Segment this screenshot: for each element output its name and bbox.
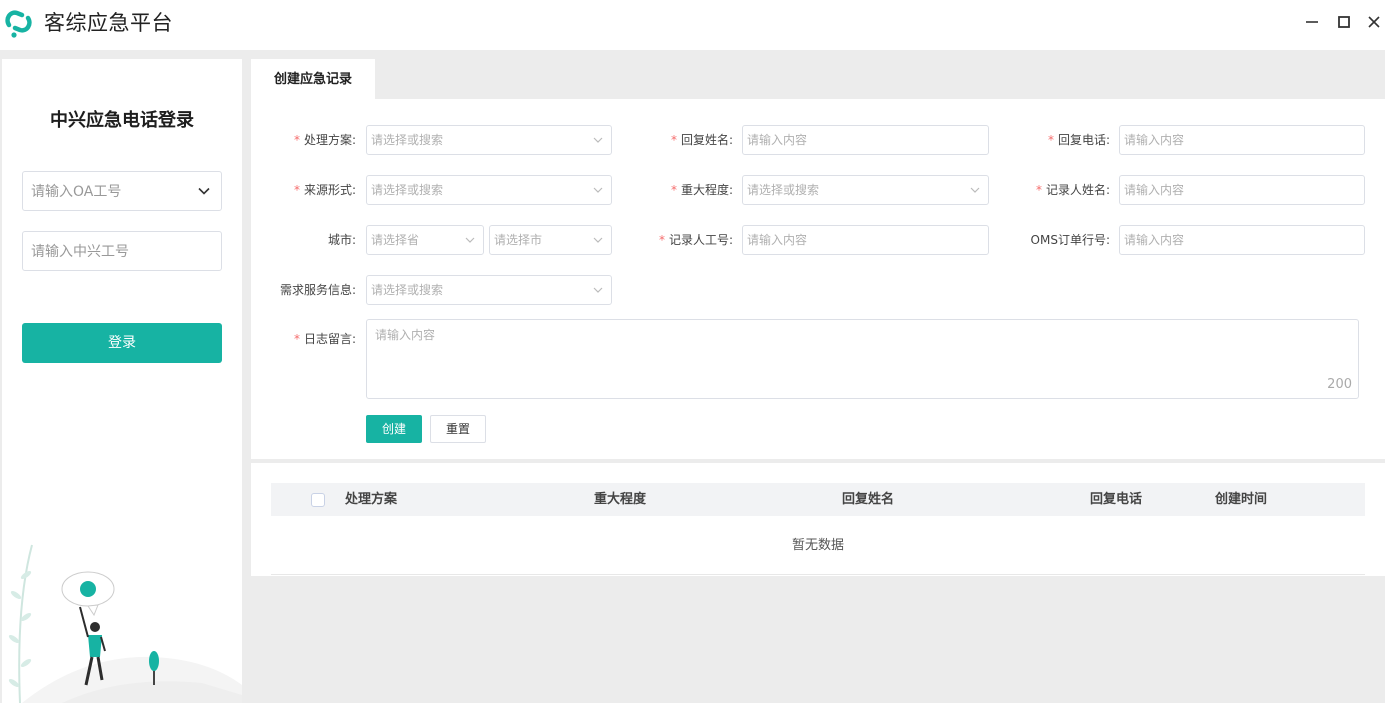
required-mark: * xyxy=(1035,183,1042,197)
table-header: 处理方案 重大程度 回复姓名 回复电话 创建时间 xyxy=(271,483,1365,516)
recorder-id-label: * 记录人工号: xyxy=(641,225,733,255)
oms-input[interactable]: 请输入内容 xyxy=(1119,225,1365,255)
reply-name-input[interactable]: 请输入内容 xyxy=(742,125,989,155)
chevron-down-icon xyxy=(970,187,980,193)
recorder-name-label-text: 记录人姓名: xyxy=(1045,183,1110,197)
column-header: 处理方案 xyxy=(345,492,398,507)
oa-id-placeholder: 请输入OA工号 xyxy=(31,184,122,200)
service-label-text: 需求服务信息: xyxy=(279,283,356,297)
tab-create-record[interactable]: 创建应急记录 xyxy=(251,59,375,99)
city-label: 城市: xyxy=(271,225,356,255)
select-all-checkbox[interactable] xyxy=(311,493,325,507)
required-mark: * xyxy=(658,233,665,247)
log-placeholder: 请输入内容 xyxy=(375,328,436,342)
reply-name-label-text: 回复姓名: xyxy=(680,133,733,147)
service-select[interactable]: 请选择或搜索 xyxy=(366,275,612,305)
reply-name-placeholder: 请输入内容 xyxy=(747,133,808,147)
create-record-card: 创建应急记录 * 处理方案: 请选择或搜索 * 回复姓名: 请输入内容 * 回复电话:… xyxy=(251,59,1385,459)
login-button[interactable]: 登录 xyxy=(22,323,222,363)
reply-phone-placeholder: 请输入内容 xyxy=(1124,133,1185,147)
log-textarea[interactable]: 请输入内容 200 xyxy=(366,319,1359,399)
reply-phone-label-text: 回复电话: xyxy=(1057,133,1110,147)
required-mark: * xyxy=(670,183,677,197)
empty-state: 暂无数据 xyxy=(271,516,1365,575)
tab-strip: 创建应急记录 xyxy=(251,59,1385,99)
source-placeholder: 请选择或搜索 xyxy=(371,183,444,197)
maximize-icon[interactable] xyxy=(1332,10,1356,34)
plan-placeholder: 请选择或搜索 xyxy=(371,133,444,147)
title-bar: 客综应急平台 xyxy=(0,0,1385,50)
oa-id-select[interactable]: 请输入OA工号 xyxy=(22,171,222,211)
create-button[interactable]: 创建 xyxy=(366,415,422,443)
zte-id-placeholder: 请输入中兴工号 xyxy=(31,244,129,260)
reply-name-label: * 回复姓名: xyxy=(641,125,733,155)
reply-phone-input[interactable]: 请输入内容 xyxy=(1119,125,1365,155)
province-placeholder: 请选择省 xyxy=(371,233,420,247)
source-select[interactable]: 请选择或搜索 xyxy=(366,175,612,205)
recorder-id-input[interactable]: 请输入内容 xyxy=(742,225,989,255)
reply-phone-label: * 回复电话: xyxy=(1011,125,1110,155)
severity-select[interactable]: 请选择或搜索 xyxy=(742,175,989,205)
city-select[interactable]: 请选择市 xyxy=(489,225,612,255)
severity-label-text: 重大程度: xyxy=(680,183,733,197)
login-panel: 中兴应急电话登录 请输入OA工号 请输入中兴工号 登录 xyxy=(2,59,242,703)
chevron-down-icon xyxy=(593,287,603,293)
column-header: 回复电话 xyxy=(1090,492,1143,507)
chevron-down-icon xyxy=(593,187,603,193)
log-label: * 日志留言: xyxy=(271,324,356,354)
login-illustration xyxy=(8,544,242,703)
province-select[interactable]: 请选择省 xyxy=(366,225,484,255)
severity-label: * 重大程度: xyxy=(641,175,733,205)
chevron-down-icon xyxy=(198,187,210,195)
login-title: 中兴应急电话登录 xyxy=(50,110,194,131)
zte-id-input[interactable]: 请输入中兴工号 xyxy=(22,231,222,271)
chevron-down-icon xyxy=(465,237,475,243)
column-header: 重大程度 xyxy=(594,492,647,507)
required-mark: * xyxy=(293,332,300,346)
oms-label: OMS订单行号: xyxy=(1011,225,1110,255)
source-label-text: 来源形式: xyxy=(303,183,356,197)
required-mark: * xyxy=(1047,133,1054,147)
column-header: 创建时间 xyxy=(1215,492,1268,507)
plan-select[interactable]: 请选择或搜索 xyxy=(366,125,612,155)
close-icon[interactable] xyxy=(1362,10,1385,34)
required-mark: * xyxy=(670,133,677,147)
char-counter: 200 xyxy=(1327,377,1352,392)
required-mark: * xyxy=(293,133,300,147)
city-placeholder: 请选择市 xyxy=(494,233,543,247)
chevron-down-icon xyxy=(593,137,603,143)
oms-label-text: OMS订单行号: xyxy=(1030,233,1110,247)
minimize-icon[interactable] xyxy=(1300,10,1324,34)
recorder-id-placeholder: 请输入内容 xyxy=(747,233,808,247)
city-label-text: 城市: xyxy=(327,233,356,247)
plan-label: * 处理方案: xyxy=(271,125,356,155)
service-label: 需求服务信息: xyxy=(271,275,356,305)
recorder-name-input[interactable]: 请输入内容 xyxy=(1119,175,1365,205)
recorder-name-placeholder: 请输入内容 xyxy=(1124,183,1185,197)
required-mark: * xyxy=(293,183,300,197)
app-logo-icon xyxy=(5,10,32,38)
reset-button[interactable]: 重置 xyxy=(430,415,486,443)
plan-label-text: 处理方案: xyxy=(303,133,356,147)
chevron-down-icon xyxy=(593,237,603,243)
service-placeholder: 请选择或搜索 xyxy=(371,283,444,297)
oms-placeholder: 请输入内容 xyxy=(1124,233,1185,247)
app-title: 客综应急平台 xyxy=(44,11,173,35)
recorder-id-label-text: 记录人工号: xyxy=(668,233,733,247)
column-header: 回复姓名 xyxy=(842,492,895,507)
source-label: * 来源形式: xyxy=(271,175,356,205)
severity-placeholder: 请选择或搜索 xyxy=(747,183,820,197)
recorder-name-label: * 记录人姓名: xyxy=(1011,175,1110,205)
log-label-text: 日志留言: xyxy=(303,332,356,346)
records-table: 处理方案 重大程度 回复姓名 回复电话 创建时间 暂无数据 xyxy=(251,463,1385,576)
